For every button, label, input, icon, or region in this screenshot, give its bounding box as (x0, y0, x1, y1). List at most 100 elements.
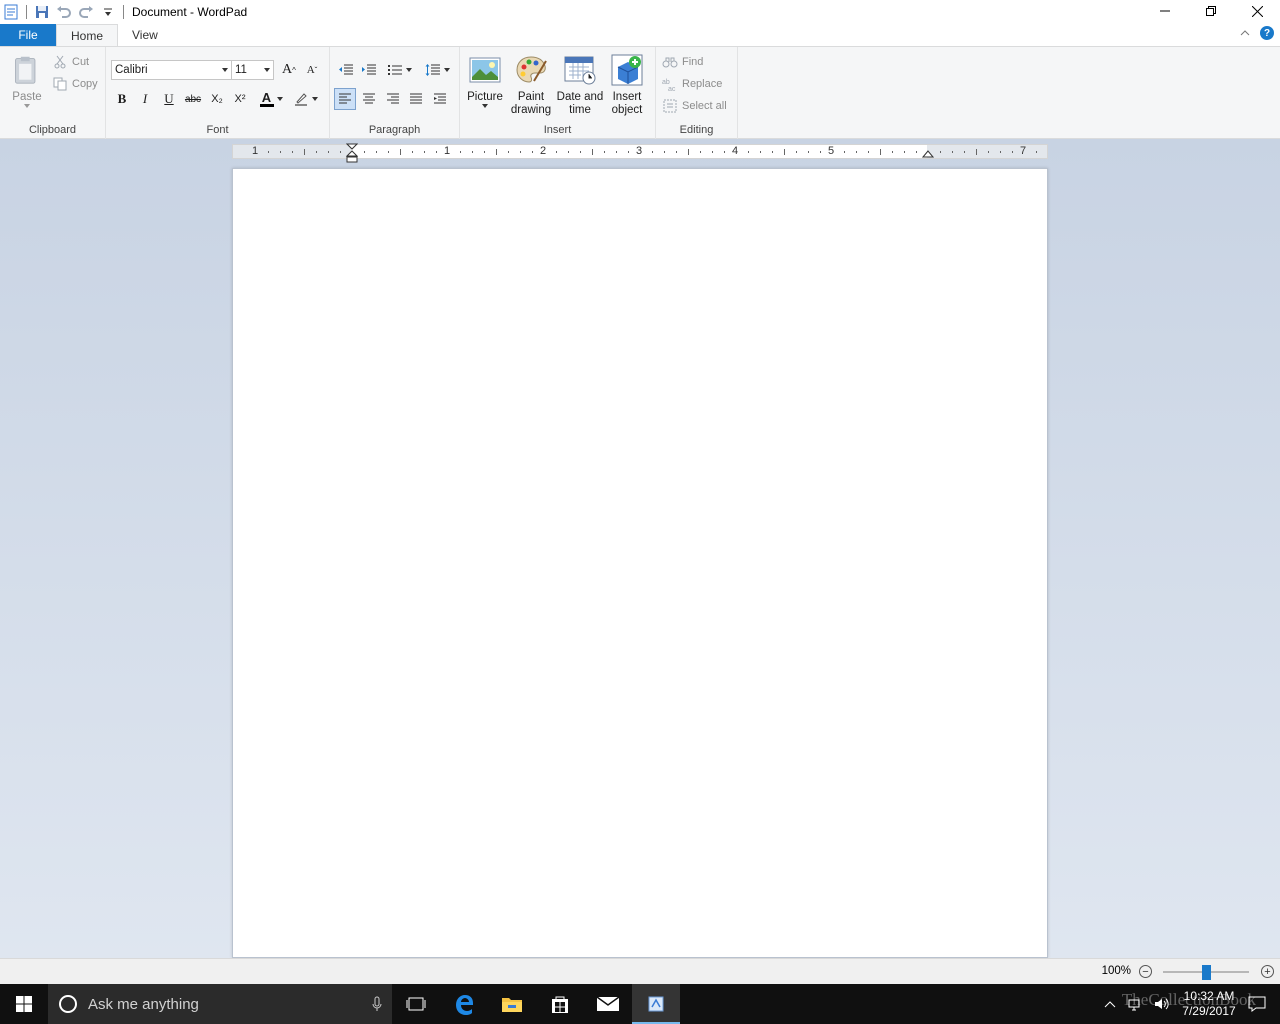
tab-view[interactable]: View (118, 24, 172, 46)
highlight-color-button[interactable] (290, 88, 320, 110)
show-hidden-icons-chevron-icon[interactable] (1104, 1000, 1116, 1008)
ruler-tick (1012, 151, 1013, 153)
ruler-tick (988, 151, 989, 153)
ruler[interactable]: 1 1 2 3 4 5 7 (232, 143, 1048, 163)
shrink-font-icon: A (306, 64, 315, 76)
align-right-button[interactable] (382, 88, 404, 110)
tab-home[interactable]: Home (56, 24, 119, 47)
line-spacing-button[interactable] (422, 59, 452, 81)
ruler-tick (412, 151, 413, 153)
date-time-button[interactable]: Date and time (556, 53, 604, 117)
ruler-tick (652, 151, 653, 153)
microphone-icon[interactable] (372, 996, 382, 1012)
font-family-select[interactable]: Calibri (111, 60, 232, 80)
cortana-search-box[interactable]: Ask me anything (48, 984, 392, 1024)
wordpad-taskbar-button[interactable] (632, 984, 680, 1024)
edge-taskbar-button[interactable] (440, 984, 488, 1024)
help-icon[interactable]: ? (1260, 26, 1274, 40)
ruler-tick (292, 151, 293, 153)
underline-button[interactable]: U (158, 88, 180, 110)
text-color-button[interactable]: A (256, 88, 286, 110)
line-spacing-icon (425, 64, 440, 76)
zoom-in-button[interactable]: + (1261, 965, 1274, 978)
align-center-button[interactable] (358, 88, 380, 110)
insert-object-button[interactable]: Insert object (608, 53, 646, 117)
align-left-button[interactable] (334, 88, 356, 110)
text-color-swatch (259, 103, 274, 107)
bold-button[interactable]: B (111, 88, 133, 110)
undo-icon[interactable] (53, 1, 75, 23)
minimize-button[interactable] (1142, 0, 1188, 22)
wordpad-app-icon[interactable] (0, 1, 22, 23)
paint-drawing-label-line1: Paint (517, 91, 545, 103)
insert-group: Picture Paint drawing Date and time Inse… (460, 47, 656, 139)
minimize-ribbon-icon[interactable] (1240, 29, 1250, 37)
ruler-tick (268, 151, 269, 153)
grow-font-button[interactable]: A ^ (278, 59, 300, 81)
customize-quick-access-icon[interactable] (97, 1, 119, 23)
paint-drawing-button[interactable]: Paint drawing (510, 53, 552, 117)
indent-marker-icon[interactable] (346, 143, 358, 165)
document-page[interactable] (232, 168, 1048, 958)
file-explorer-taskbar-button[interactable] (488, 984, 536, 1024)
mail-taskbar-button[interactable] (584, 984, 632, 1024)
increase-indent-button[interactable] (358, 59, 380, 81)
date-time-label-line1: Date and (556, 91, 604, 103)
scissors-icon (52, 54, 68, 70)
insert-object-label-line1: Insert (612, 91, 642, 103)
decrease-indent-button[interactable] (335, 59, 357, 81)
replace-button[interactable]: ab ac Replace (662, 74, 722, 94)
ruler-tick (604, 151, 605, 153)
paragraph-group: Paragraph (330, 47, 460, 139)
paint-drawing-label-line2: drawing (510, 104, 552, 116)
ruler-label: 7 (1020, 145, 1027, 157)
zoom-slider-thumb[interactable] (1202, 965, 1211, 980)
ruler-tick (280, 151, 281, 153)
paragraph-icon (434, 93, 446, 104)
chevron-down-icon (264, 68, 270, 72)
window-title: Document - WordPad (132, 5, 248, 19)
font-group-label: Font (206, 124, 229, 136)
font-size-select[interactable]: 11 (231, 60, 274, 80)
tab-file[interactable]: File (0, 24, 56, 46)
bullet-list-icon (387, 65, 402, 75)
insert-picture-button[interactable]: Picture (466, 53, 504, 108)
cut-button[interactable]: Cut (52, 52, 89, 72)
save-icon[interactable] (31, 1, 53, 23)
subscript-button[interactable]: X₂ (206, 88, 228, 110)
cut-label: Cut (72, 56, 90, 68)
quick-access-toolbar (0, 0, 128, 24)
strikethrough-button[interactable]: abc (182, 88, 204, 110)
select-all-button[interactable]: Select all (662, 96, 727, 116)
ruler-tick (304, 149, 305, 155)
ruler-tick (940, 151, 941, 153)
find-button[interactable]: Find (662, 52, 703, 72)
paste-button[interactable]: Paste (8, 53, 46, 108)
ruler-tick (820, 151, 821, 153)
ruler-tick (688, 149, 689, 155)
redo-icon[interactable] (75, 1, 97, 23)
zoom-out-button[interactable]: − (1139, 965, 1152, 978)
copy-button[interactable]: Copy (52, 74, 98, 94)
start-button[interactable] (0, 984, 48, 1024)
ruler-tick (328, 151, 329, 153)
close-button[interactable] (1234, 0, 1280, 22)
justify-icon (410, 93, 422, 104)
ruler-tick (712, 151, 713, 153)
italic-button[interactable]: I (134, 88, 156, 110)
ruler-tick (376, 151, 377, 153)
task-view-button[interactable] (392, 984, 440, 1024)
chevron-down-icon (276, 97, 283, 101)
paragraph-settings-button[interactable] (429, 88, 451, 110)
shrink-font-button[interactable]: Aˇ (301, 59, 323, 81)
superscript-button[interactable]: X² (229, 88, 251, 110)
restore-button[interactable] (1188, 0, 1234, 22)
ruler-label: 2 (540, 145, 547, 157)
ruler-tick (388, 151, 389, 153)
ruler-right-margin (927, 145, 1047, 158)
bullet-list-button[interactable] (384, 59, 414, 81)
justify-button[interactable] (405, 88, 427, 110)
right-indent-marker-icon[interactable] (922, 150, 934, 158)
store-taskbar-button[interactable] (536, 984, 584, 1024)
ruler-tick (616, 151, 617, 153)
